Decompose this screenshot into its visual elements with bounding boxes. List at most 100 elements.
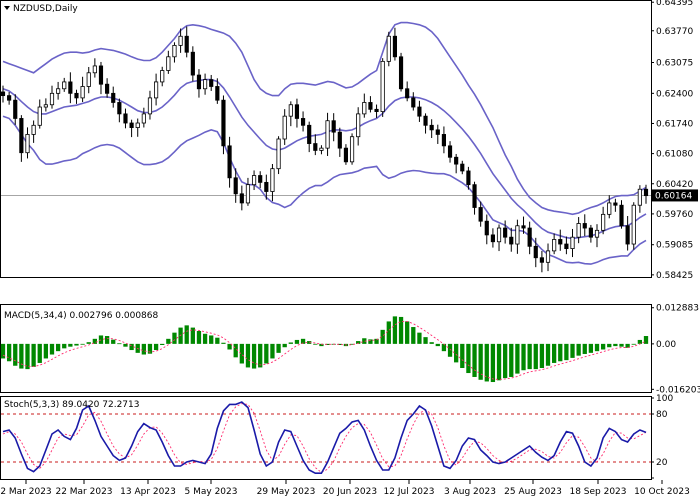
macd-histogram-bar — [74, 343, 79, 346]
candle-up — [637, 188, 642, 206]
macd-histogram-bar — [80, 343, 85, 345]
candle-down — [490, 234, 495, 243]
candle-down — [582, 223, 587, 229]
candle-up — [245, 184, 251, 204]
candle-down — [123, 113, 128, 124]
macd-histogram-bar — [417, 332, 422, 344]
candle-down — [239, 193, 244, 204]
candle-up — [62, 81, 67, 90]
candle-down — [337, 131, 342, 149]
candle-up — [86, 72, 91, 87]
candle-down — [313, 143, 318, 151]
candle-up — [288, 104, 293, 117]
price-axis-label: 0.59760 — [656, 210, 693, 220]
macd-histogram-bar — [441, 343, 447, 352]
candle-down — [398, 56, 404, 90]
candle-down — [613, 202, 618, 206]
candle-down — [484, 220, 489, 236]
candle-down — [0, 91, 6, 97]
macd-histogram-bar — [251, 343, 257, 369]
macd-histogram-bar — [588, 343, 594, 353]
date-axis-label: 29 May 2023 — [257, 487, 316, 497]
date-axis-label: 18 Sep 2023 — [569, 487, 626, 497]
macd-histogram-bar — [62, 343, 67, 349]
candle-down — [368, 102, 373, 110]
macd-histogram-bar — [19, 343, 24, 369]
macd-histogram-bar — [282, 343, 287, 348]
candle-down — [196, 74, 202, 90]
date-axis-label: 5 May 2023 — [185, 487, 238, 497]
candle-down — [221, 99, 226, 147]
axes: 0.64395 0.63770 0.63075 0.62400 0.61740 0.610… — [0, 0, 700, 497]
price-axis-label: 0.63770 — [656, 27, 693, 37]
date-axis-label: 20 Jun 2023 — [323, 487, 377, 497]
price-axis-label: 0.62400 — [656, 89, 693, 99]
macd-histogram-bar — [643, 336, 649, 344]
candle-up — [319, 147, 324, 151]
candle-up — [594, 229, 600, 238]
candle-up — [607, 202, 612, 215]
macd-histogram-bar — [392, 316, 398, 344]
candle-up — [135, 122, 140, 128]
candle-down — [13, 99, 18, 119]
candle-down — [129, 122, 134, 128]
candle-down — [423, 115, 428, 126]
candle-up — [178, 35, 183, 46]
candle-down — [300, 118, 306, 126]
candle-down — [233, 177, 238, 195]
candle-down — [564, 243, 569, 250]
dropdown-triangle-icon[interactable] — [4, 6, 10, 10]
candle-up — [356, 113, 361, 138]
candle-up — [251, 175, 257, 186]
candle-down — [405, 88, 410, 99]
stoch-axis-label: 20 — [656, 458, 668, 468]
candle-up — [325, 120, 330, 149]
candle-up — [552, 239, 557, 252]
bollinger-upp-line — [2, 21, 647, 216]
macd-histogram-bar — [503, 343, 508, 379]
macd-histogram-bar — [472, 343, 477, 377]
macd-histogram-bar — [258, 343, 263, 368]
candle-down — [411, 97, 416, 108]
macd-histogram-bar — [386, 321, 391, 344]
trading-chart[interactable]: 0.64395 0.63770 0.63075 0.62400 0.61740 0.610… — [0, 0, 700, 500]
macd-histogram-bar — [55, 343, 61, 352]
macd-histogram-bar — [423, 337, 428, 344]
candle-down — [117, 102, 122, 115]
macd-histogram-bar — [594, 343, 600, 352]
candle-up — [31, 124, 36, 135]
candle-up — [172, 44, 177, 58]
macd-histogram-bar — [153, 343, 159, 351]
candle-up — [166, 56, 171, 71]
candle-down — [466, 170, 471, 186]
candle-down — [215, 86, 220, 101]
macd-histogram-bar — [209, 335, 214, 344]
macd-histogram-bar — [607, 343, 612, 348]
macd-histogram-bar — [270, 343, 275, 359]
macd-histogram-bar — [288, 342, 293, 344]
candle-down — [527, 227, 532, 247]
candle-down — [509, 236, 514, 245]
candle-up — [545, 250, 551, 263]
macd-histogram-bar — [141, 343, 146, 355]
macd-histogram-bar — [196, 330, 202, 344]
candle-down — [441, 134, 446, 147]
candle-down — [190, 51, 195, 76]
candle-down — [619, 204, 624, 227]
candle-up — [570, 236, 575, 250]
candle-up — [576, 223, 581, 238]
macd-histogram-bar — [184, 325, 189, 344]
macd-histogram-bar — [619, 343, 624, 347]
macd-histogram-bar — [123, 343, 128, 347]
price-axis-label: 0.63075 — [656, 59, 693, 69]
candle-up — [276, 138, 281, 170]
symbol-header[interactable]: NZDUSD,Daily — [4, 4, 78, 14]
candle-up — [56, 88, 61, 94]
candle-up — [25, 134, 30, 154]
macd-histogram-bar — [631, 343, 636, 345]
macd-histogram-bar — [215, 337, 220, 344]
macd-histogram-bar — [264, 343, 269, 364]
macd-histogram-bar — [43, 343, 49, 359]
macd-histogram-bar — [613, 343, 618, 347]
chart-canvas[interactable]: 0.64395 0.63770 0.63075 0.62400 0.61740 0.610… — [0, 0, 700, 500]
